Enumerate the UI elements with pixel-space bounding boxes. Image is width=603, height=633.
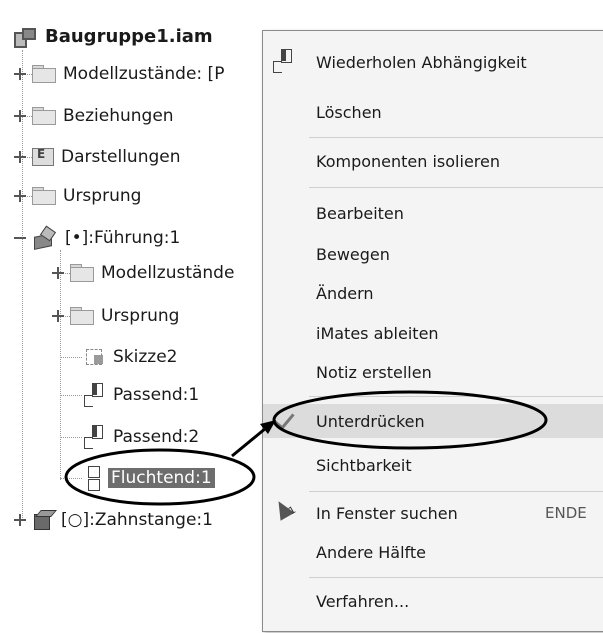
callout-annotation-overlay [64,390,548,506]
callout-arrow-line [231,426,267,458]
callout-ellipse-suppress [272,390,548,450]
callout-ellipse-flush [64,448,256,506]
